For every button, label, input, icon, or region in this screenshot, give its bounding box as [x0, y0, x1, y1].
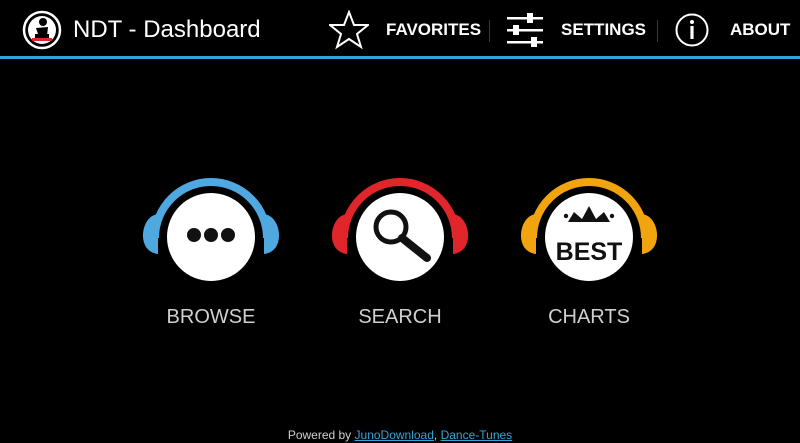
- divider: [657, 20, 658, 42]
- about-label: ABOUT: [730, 19, 791, 39]
- app-title: NDT - Dashboard: [73, 16, 261, 43]
- settings-action[interactable]: SETTINGS: [505, 0, 646, 59]
- footer-separator: ,: [433, 428, 441, 442]
- headphones-icon: BEST: [520, 178, 658, 284]
- settings-label: SETTINGS: [561, 19, 647, 39]
- charts-tile[interactable]: BEST CHARTS: [516, 176, 662, 336]
- sliders-icon: [507, 12, 543, 47]
- search-label: SEARCH: [358, 306, 442, 328]
- charts-label: CHARTS: [548, 306, 630, 328]
- dance-tunes-link[interactable]: Dance-Tunes: [441, 428, 513, 442]
- about-action[interactable]: ABOUT: [674, 0, 790, 59]
- headphones-icon: [142, 178, 280, 284]
- favorites-label: FAVORITES: [386, 19, 482, 39]
- best-badge-text: BEST: [556, 238, 623, 266]
- browse-tile[interactable]: BROWSE: [138, 176, 284, 336]
- star-icon: [329, 9, 369, 49]
- app-logo-icon[interactable]: [22, 10, 62, 50]
- browse-label: BROWSE: [166, 306, 256, 328]
- ellipsis-icon: [187, 228, 235, 242]
- info-icon: [675, 13, 709, 46]
- search-tile[interactable]: SEARCH: [327, 176, 473, 336]
- junodownload-link[interactable]: JunoDownload: [355, 428, 434, 442]
- footer-prefix: Powered by: [287, 428, 355, 442]
- footer: Powered by JunoDownload, Dance-Tunes: [0, 428, 800, 442]
- action-bar: NDT - Dashboard FAVORITES SETTINGS ABOUT: [0, 0, 800, 59]
- favorites-action[interactable]: FAVORITES: [329, 0, 481, 59]
- headphones-icon: [331, 178, 469, 284]
- divider: [489, 20, 490, 42]
